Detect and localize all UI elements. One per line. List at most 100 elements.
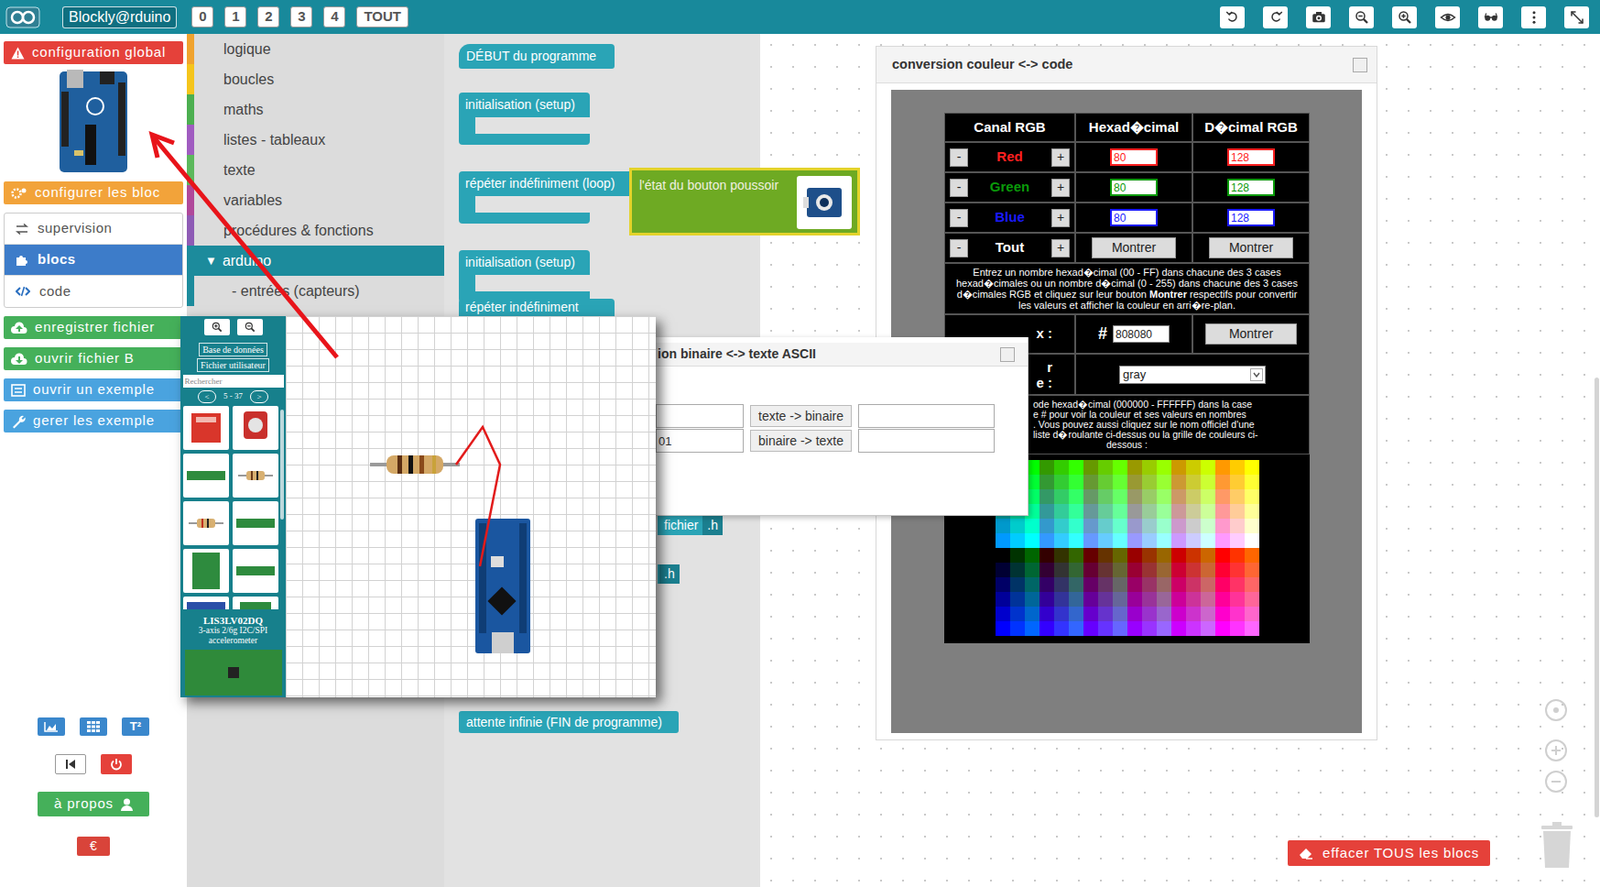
color-swatch[interactable] <box>1098 518 1113 534</box>
color-swatch[interactable] <box>1142 591 1157 607</box>
color-swatch[interactable] <box>1186 474 1201 490</box>
color-swatch[interactable] <box>995 576 1011 592</box>
color-swatch[interactable] <box>1171 606 1187 621</box>
color-swatch[interactable] <box>995 547 1011 563</box>
color-swatch[interactable] <box>1229 620 1245 636</box>
color-swatch[interactable] <box>1244 606 1260 621</box>
color-swatch[interactable] <box>1010 518 1025 534</box>
color-swatch[interactable] <box>1229 547 1245 563</box>
color-swatch[interactable] <box>1156 503 1172 519</box>
color-swatch[interactable] <box>1244 591 1260 607</box>
color-swatch[interactable] <box>1068 503 1084 519</box>
color-swatch[interactable] <box>1215 591 1230 607</box>
color-swatch[interactable] <box>1244 620 1260 636</box>
clear-all-button[interactable]: effacer TOUS les blocs <box>1287 839 1491 866</box>
color-swatch[interactable] <box>1039 606 1055 621</box>
color-swatch[interactable] <box>1186 489 1201 504</box>
color-swatch[interactable] <box>1098 562 1113 577</box>
color-swatch[interactable] <box>1127 591 1143 607</box>
color-swatch[interactable] <box>1068 459 1084 475</box>
binary-input[interactable] <box>655 428 744 453</box>
view-tab[interactable]: code <box>4 275 183 307</box>
color-swatch[interactable] <box>1112 503 1128 519</box>
color-swatch[interactable] <box>995 533 1011 548</box>
color-swatch[interactable] <box>1200 606 1216 621</box>
color-swatch[interactable] <box>1200 459 1216 475</box>
color-swatch[interactable] <box>1215 518 1230 534</box>
color-swatch[interactable] <box>1068 591 1084 607</box>
color-swatch[interactable] <box>1098 606 1113 621</box>
color-swatch[interactable] <box>1010 591 1025 607</box>
color-swatch[interactable] <box>1156 620 1172 636</box>
decrement-button[interactable]: - <box>949 148 969 167</box>
part-thumbnail[interactable] <box>183 405 229 450</box>
color-swatch[interactable] <box>1112 547 1128 563</box>
resistor[interactable] <box>370 455 460 474</box>
part-thumbnail[interactable] <box>183 596 229 610</box>
binary-output[interactable] <box>858 403 995 428</box>
color-swatch[interactable] <box>1142 459 1157 475</box>
hex-input[interactable] <box>1110 148 1158 166</box>
color-swatch[interactable] <box>1098 474 1113 490</box>
color-swatch[interactable] <box>1054 474 1069 490</box>
next-page-button[interactable]: > <box>250 390 269 403</box>
color-swatch[interactable] <box>1142 606 1157 621</box>
color-swatch[interactable] <box>1083 562 1099 577</box>
parts-search[interactable] <box>183 374 284 388</box>
color-swatch[interactable] <box>1083 606 1099 621</box>
color-swatch[interactable] <box>1156 518 1172 534</box>
color-swatch[interactable] <box>1156 459 1172 475</box>
show-button[interactable]: Montrer <box>1205 323 1297 345</box>
color-swatch[interactable] <box>1186 533 1201 548</box>
tab[interactable]: 1 <box>224 6 247 28</box>
color-swatch[interactable] <box>1186 606 1201 621</box>
code-block[interactable]: .h <box>657 564 680 584</box>
breadboard-canvas[interactable] <box>285 315 656 697</box>
binary-output[interactable] <box>858 428 995 453</box>
toolbar-button[interactable] <box>1349 6 1374 29</box>
color-swatch[interactable] <box>1142 620 1157 636</box>
toolbar-button[interactable] <box>1306 6 1331 29</box>
color-swatch[interactable] <box>1098 576 1113 592</box>
color-swatch[interactable] <box>1186 591 1201 607</box>
color-swatch[interactable] <box>1171 459 1187 475</box>
tab[interactable]: 2 <box>257 6 280 28</box>
color-swatch[interactable] <box>1215 576 1230 592</box>
toolbox-category[interactable]: listes - tableaux <box>186 124 445 155</box>
toolbar-button[interactable] <box>1262 6 1288 29</box>
color-swatch[interactable] <box>1156 562 1172 577</box>
color-swatch[interactable] <box>1142 562 1157 577</box>
color-swatch[interactable] <box>1068 533 1084 548</box>
color-swatch[interactable] <box>1244 547 1260 563</box>
color-swatch[interactable] <box>1186 459 1201 475</box>
color-swatch[interactable] <box>1229 606 1245 621</box>
color-swatch[interactable] <box>1098 489 1113 504</box>
color-swatch[interactable] <box>1010 620 1025 636</box>
color-swatch[interactable] <box>1142 474 1157 490</box>
color-swatch[interactable] <box>1054 533 1069 548</box>
color-swatch[interactable] <box>1244 562 1260 577</box>
part-thumbnail[interactable] <box>232 405 279 450</box>
color-swatch[interactable] <box>1083 459 1099 475</box>
color-swatch[interactable] <box>1156 591 1172 607</box>
color-swatch[interactable] <box>1098 591 1113 607</box>
color-swatch[interactable] <box>1068 620 1084 636</box>
part-thumbnail[interactable] <box>232 596 279 610</box>
color-swatch[interactable] <box>1054 489 1069 504</box>
color-swatch[interactable] <box>1083 474 1099 490</box>
part-thumbnail[interactable] <box>232 500 279 545</box>
color-swatch[interactable] <box>1054 591 1069 607</box>
color-swatch[interactable] <box>1200 620 1216 636</box>
color-swatch[interactable] <box>1200 591 1216 607</box>
parts-scrollbar[interactable] <box>280 409 284 520</box>
color-swatch[interactable] <box>1244 474 1260 490</box>
color-swatch[interactable] <box>1010 562 1025 577</box>
color-swatch[interactable] <box>1098 459 1113 475</box>
color-swatch[interactable] <box>1024 591 1040 607</box>
close-button[interactable] <box>1000 347 1015 362</box>
scrollbar[interactable] <box>1594 377 1600 817</box>
color-swatch[interactable] <box>1054 606 1069 621</box>
toolbox-category[interactable]: ▼arduino <box>186 245 445 276</box>
color-swatch[interactable] <box>1244 533 1260 548</box>
color-swatch[interactable] <box>1200 547 1216 563</box>
